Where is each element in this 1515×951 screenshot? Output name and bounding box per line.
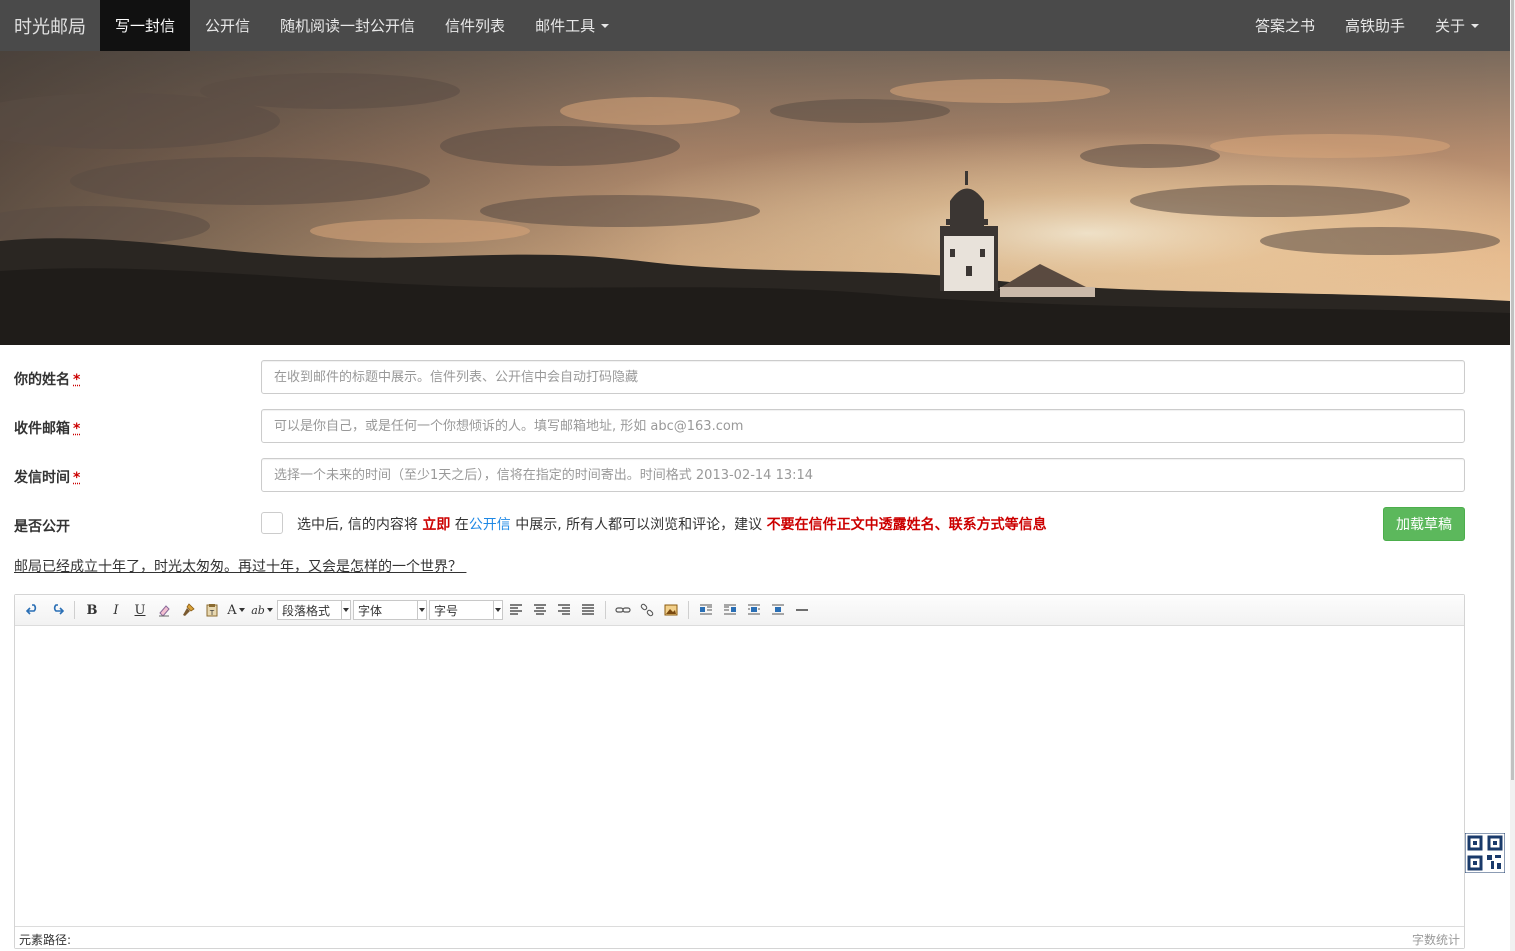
editor-statusbar: 元素路径: 字数统计 [15, 926, 1464, 948]
align-right-icon[interactable] [553, 599, 575, 621]
public-letters-link[interactable]: 公开信 [469, 517, 511, 533]
public-label: 是否公开 [14, 519, 70, 535]
toolbar-separator [605, 601, 606, 619]
font-color-icon[interactable]: A [225, 599, 247, 621]
brand-logo[interactable]: 时光邮局 [0, 0, 100, 51]
bold-icon[interactable]: B [81, 599, 103, 621]
public-text-part3: 中展示, 所有人都可以浏览和评论，建议 [510, 517, 767, 533]
align-justify-icon[interactable] [577, 599, 599, 621]
name-label-text: 你的姓名 [14, 372, 70, 388]
editor-toolbar: B I U T A ab 段落格式 字体 字号 [15, 595, 1464, 626]
caret-down-icon [1471, 23, 1479, 28]
nav-public-letters[interactable]: 公开信 [190, 0, 265, 51]
element-path: 元素路径: [19, 933, 72, 947]
insert-image-icon[interactable] [660, 599, 682, 621]
nav-mail-tools-dropdown[interactable]: 邮件工具 [520, 0, 624, 51]
image-float-right-icon[interactable] [719, 599, 741, 621]
format-brush-icon[interactable] [177, 599, 199, 621]
send-time-label-text: 发信时间 [14, 470, 70, 486]
rich-text-editor: B I U T A ab 段落格式 字体 字号 元素路径: 字数统计 [14, 594, 1465, 949]
top-navbar: 时光邮局 写一封信 公开信 随机阅读一封公开信 信件列表 邮件工具 答案之书 高… [0, 0, 1510, 51]
send-time-input[interactable] [261, 458, 1465, 492]
underline-icon[interactable]: U [129, 599, 151, 621]
undo-icon[interactable] [22, 599, 44, 621]
image-inline-icon[interactable] [743, 599, 765, 621]
slogan-link[interactable]: 邮局已经成立十年了，时光太匆匆。再过十年，又会是怎样的一个世界？ [14, 556, 466, 576]
chevron-down-icon [341, 601, 350, 619]
italic-icon[interactable]: I [105, 599, 127, 621]
load-draft-button[interactable]: 加载草稿 [1383, 507, 1465, 541]
font-size-value: 字号 [434, 603, 459, 618]
email-label-text: 收件邮箱 [14, 421, 70, 437]
nav-right-group: 答案之书 高铁助手 关于 [1240, 0, 1510, 51]
page-scrollbar-thumb[interactable] [1511, 0, 1514, 780]
qr-code-icon[interactable] [1464, 832, 1506, 874]
nav-mail-tools-label: 邮件工具 [535, 17, 596, 35]
required-mark: * [73, 470, 81, 486]
nav-random-read[interactable]: 随机阅读一封公开信 [265, 0, 430, 51]
toolbar-separator [688, 601, 689, 619]
word-count: 字数统计 [1411, 933, 1460, 947]
font-family-value: 字体 [358, 603, 383, 618]
public-text-part1: 选中后, 信的内容将 [297, 517, 423, 533]
public-text-part2: 在 [450, 517, 469, 533]
public-text-warning: 不要在信件正文中透露姓名、联系方式等信息 [766, 517, 1047, 533]
chevron-down-icon [417, 601, 426, 619]
hero-banner-lighthouse [0, 51, 1510, 345]
image-center-icon[interactable] [767, 599, 789, 621]
chevron-down-icon [493, 601, 502, 619]
send-time-label: 发信时间 * [14, 467, 80, 487]
svg-text:T: T [209, 609, 215, 617]
nav-about-dropdown[interactable]: 关于 [1420, 0, 1494, 51]
toolbar-separator [74, 601, 75, 619]
link-icon[interactable] [612, 599, 634, 621]
align-center-icon[interactable] [529, 599, 551, 621]
horizontal-rule-icon[interactable] [791, 599, 813, 621]
font-size-select[interactable]: 字号 [429, 600, 503, 620]
public-description: 选中后, 信的内容将 立即 在公开信 中展示, 所有人都可以浏览和评论，建议 不… [297, 514, 1047, 534]
required-mark: * [73, 372, 81, 388]
required-mark: * [73, 421, 81, 437]
eraser-icon[interactable] [153, 599, 175, 621]
email-label: 收件邮箱 * [14, 418, 80, 438]
nav-about-label: 关于 [1434, 17, 1465, 35]
public-checkbox[interactable] [261, 512, 283, 534]
nav-write-letter[interactable]: 写一封信 [100, 0, 191, 51]
lighthouse-sunset-image [0, 51, 1510, 345]
paragraph-format-select[interactable]: 段落格式 [277, 600, 351, 620]
highlight-color-icon[interactable]: ab [249, 599, 275, 621]
align-left-icon[interactable] [505, 599, 527, 621]
name-input[interactable] [261, 360, 1465, 394]
nav-train-assistant[interactable]: 高铁助手 [1330, 0, 1420, 51]
image-float-left-icon[interactable] [695, 599, 717, 621]
nav-book-of-answers[interactable]: 答案之书 [1240, 0, 1330, 51]
public-text-immediate: 立即 [422, 517, 451, 533]
caret-down-icon [601, 23, 610, 28]
name-label: 你的姓名 * [14, 369, 80, 389]
paste-plain-text-icon[interactable]: T [201, 599, 223, 621]
font-family-select[interactable]: 字体 [353, 600, 427, 620]
paragraph-format-value: 段落格式 [282, 603, 331, 618]
nav-letter-list[interactable]: 信件列表 [430, 0, 520, 51]
redo-icon[interactable] [46, 599, 68, 621]
unlink-icon[interactable] [636, 599, 658, 621]
editor-content-area[interactable] [15, 627, 1464, 926]
email-input[interactable] [261, 409, 1465, 443]
